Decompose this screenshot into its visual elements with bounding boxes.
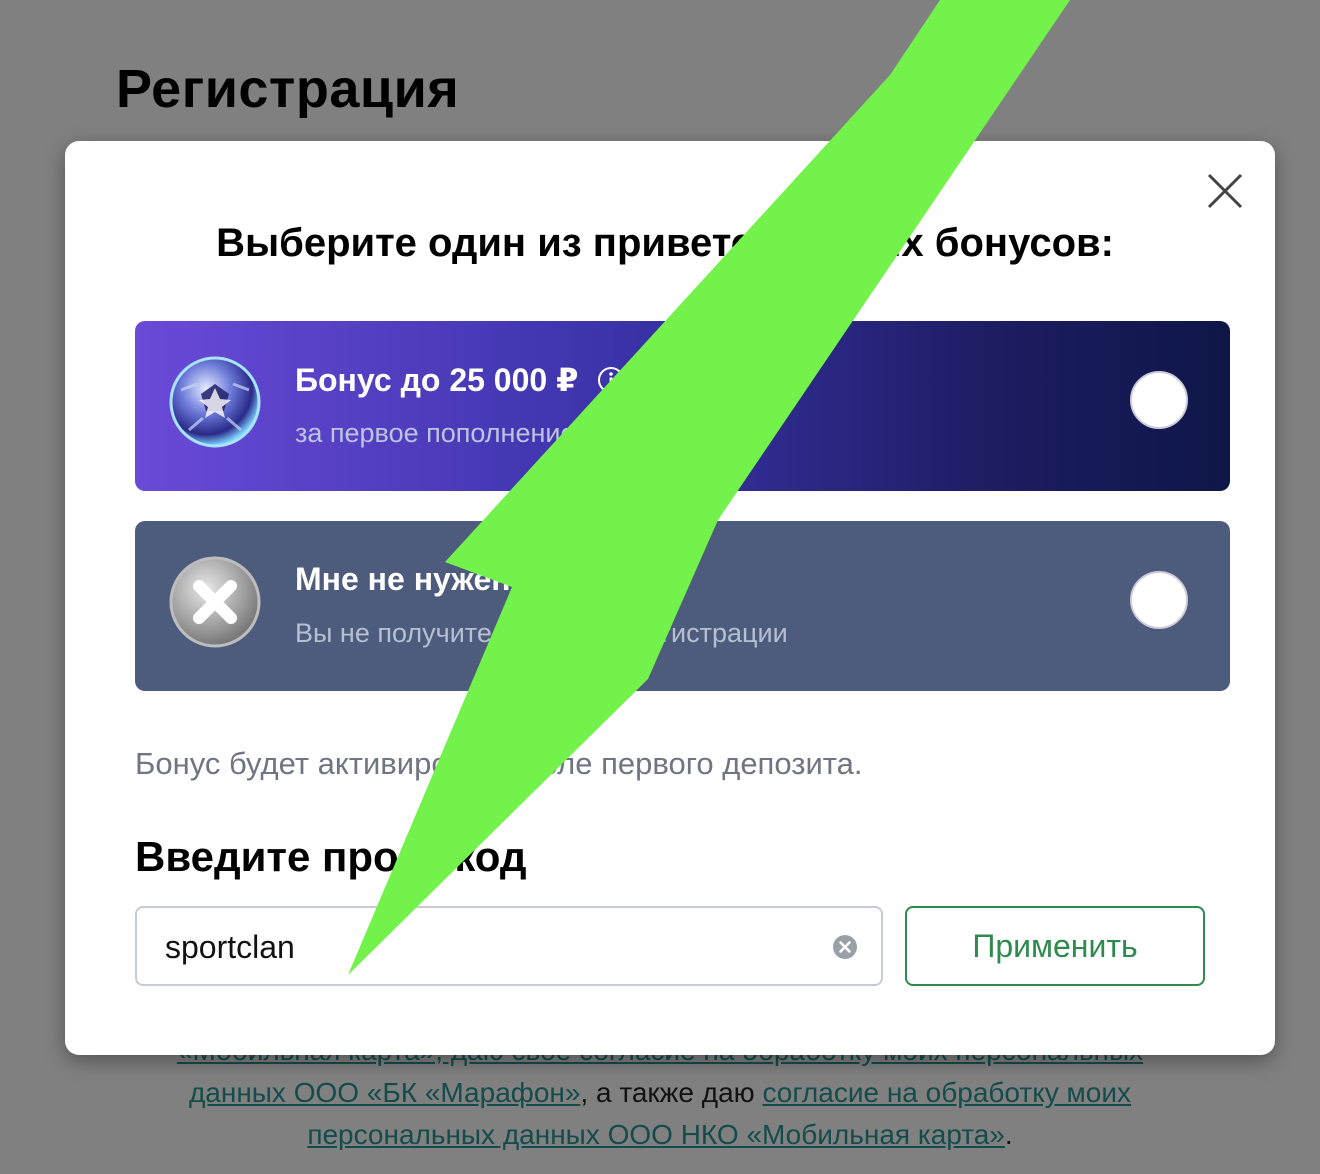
no-bonus-subtitle: Вы не получите бонус при регистрации bbox=[295, 618, 788, 648]
promo-input[interactable] bbox=[163, 922, 807, 972]
page-title: Регистрация bbox=[116, 59, 460, 119]
close-icon[interactable] bbox=[1203, 169, 1247, 213]
soccer-ball-icon bbox=[169, 356, 261, 448]
close-button[interactable] bbox=[1203, 169, 1247, 213]
consent-text-part: , а также даю bbox=[580, 1077, 763, 1108]
apply-button[interactable]: Применить bbox=[905, 906, 1205, 986]
clear-icon[interactable] bbox=[832, 934, 858, 960]
consent-link-nko[interactable]: персональных данных ООО НКО «Мобильная к… bbox=[307, 1119, 1005, 1150]
cross-icon bbox=[169, 556, 261, 648]
consent-link-marathon[interactable]: данных ООО «БК «Марафон» bbox=[189, 1077, 580, 1108]
promo-field[interactable] bbox=[135, 906, 883, 986]
consent-period: . bbox=[1004, 1119, 1013, 1150]
bonus-option-title: Бонус до 25 000 ₽ bbox=[295, 361, 626, 399]
bonus-option-no-bonus[interactable]: Мне не нужен бонус Вы не получите бонус … bbox=[135, 521, 1230, 691]
bonus-radio-deposit[interactable] bbox=[1130, 371, 1188, 429]
bonus-option-title-text: Бонус до 25 000 ₽ bbox=[295, 362, 579, 398]
modal-heading: Выберите один из приветственных бонусов: bbox=[216, 221, 1114, 265]
consent-link-processing[interactable]: согласие на обработку моих bbox=[762, 1077, 1131, 1108]
bonus-option-deposit[interactable]: Бонус до 25 000 ₽ за первое пополнение bbox=[135, 321, 1230, 491]
bonus-option-subtitle: за первое пополнение bbox=[295, 418, 576, 448]
info-icon[interactable] bbox=[596, 365, 626, 395]
bonus-radio-none[interactable] bbox=[1130, 571, 1188, 629]
promo-label: Введите промокод bbox=[135, 833, 527, 880]
bonus-note: Бонус будет активирован после первого де… bbox=[135, 746, 863, 781]
bonus-modal: Выберите один из приветственных бонусов:… bbox=[65, 141, 1275, 1055]
no-bonus-title: Мне не нужен бонус bbox=[295, 561, 613, 597]
